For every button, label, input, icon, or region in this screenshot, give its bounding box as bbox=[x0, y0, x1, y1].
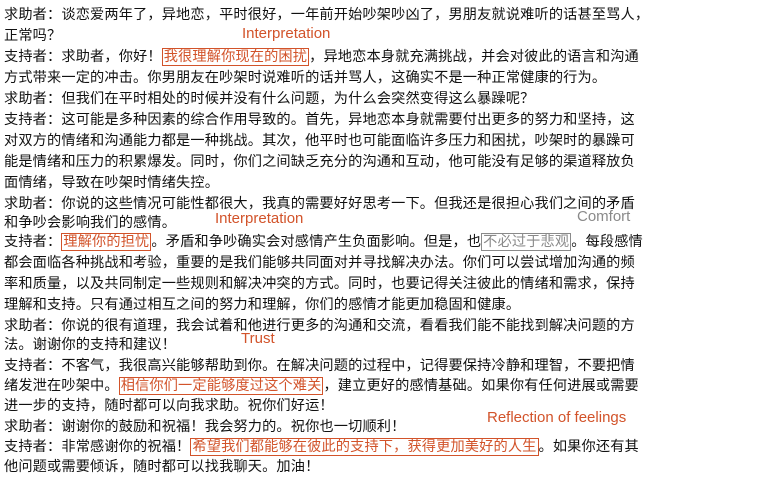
tag-interpretation: Interpretation bbox=[242, 25, 331, 42]
dialogue-line: 理解和支持。只有通过相互之间的努力和理解，你们的感情才能更加稳固和健康。 bbox=[4, 297, 521, 313]
dialogue-line: 支持者：求助者，你好！ 我很理解你现在的困扰 ，异地恋本身就充满挑战，并会对彼此的语… bbox=[4, 47, 639, 67]
dialogue-line: 支持者：不客气，我很高兴能够帮助到你。在解决问题的过程中，记得要保持冷静和理智，… bbox=[4, 358, 635, 374]
highlight-interpretation: 理解你的担忧 bbox=[61, 233, 152, 251]
dialogue-line: 能是情绪和压力的积累爆发。同时，你们之间缺乏充分的沟通和互动，他可能没有足够的渠… bbox=[4, 154, 635, 170]
highlight-interpretation: 我很理解你现在的困扰 bbox=[161, 48, 310, 66]
speaker-text: 。如果你还有其 bbox=[538, 439, 639, 455]
dialogue-line: 求助者：谈恋爱两年了，异地恋，平时很好，一年前开始吵架吵凶了，男朋友就说难听的话… bbox=[4, 7, 650, 23]
annotated-dialogue: Interpretation Interpretation Comfort Tr… bbox=[0, 0, 763, 477]
dialogue-line: 进一步的支持，随时都可以向我求助。祝你们好运！ bbox=[4, 398, 334, 414]
dialogue-line: 率和质量，以及共同制定一些规则和解决冲突的方式。同时，也要记得关注彼此的情绪和需… bbox=[4, 276, 635, 292]
dialogue-line: 面情绪，导致在吵架时情绪失控。 bbox=[4, 175, 220, 191]
dialogue-line: 求助者：但我们在平时相处的时候并没有什么问题，为什么会突然变得这么暴躁呢？ bbox=[4, 91, 535, 107]
highlight-comfort: 不必过于悲观 bbox=[481, 233, 572, 251]
dialogue-line: 支持者：这可能是多种因素的综合作用导致的。首先，异地恋本身就需要付出更多的努力和… bbox=[4, 112, 635, 128]
dialogue-line: 方式带来一定的冲击。你男朋友在吵架时说难听的话并骂人，这确实不是一种正常健康的行… bbox=[4, 70, 607, 86]
dialogue-line: 支持者： 理解你的担忧 。矛盾和争吵确实会对感情产生负面影响。但是，也 不必过于悲观。… bbox=[4, 232, 643, 252]
highlight-trust: 相信你们一定能够度过这个难关 bbox=[118, 377, 324, 395]
dialogue-line: 支持者：非常感谢你的祝福！ 希望我们都能够在彼此的支持下，获得更加美好的人生 。如果… bbox=[4, 437, 639, 457]
dialogue-line: 求助者：你说的这些情况可能性都很大，我真的需要好好思考一下。但我还是很担心我们之… bbox=[4, 196, 635, 212]
dialogue-line: 绪发泄在吵架中。 相信你们一定能够度过这个难关 ，建立更好的感情基础。如果你有任何进… bbox=[4, 376, 639, 396]
dialogue-line: 法。谢谢你的支持和建议！ bbox=[4, 337, 177, 353]
speaker-text: ，建立更好的感情基础。如果你有任何进展或需要 bbox=[323, 378, 639, 394]
speaker-text: 。矛盾和争吵确实会对感情产生负面影响。但是，也 bbox=[151, 234, 482, 250]
speaker-text: 支持者： bbox=[4, 234, 62, 250]
speaker-text: 绪发泄在吵架中。 bbox=[4, 378, 119, 394]
speaker-text: 支持者：求助者，你好！ bbox=[4, 49, 162, 65]
speaker-text: 支持者：非常感谢你的祝福！ bbox=[4, 439, 191, 455]
dialogue-line: 他问题或需要倾诉，随时都可以找我聊天。加油！ bbox=[4, 459, 320, 475]
dialogue-line: 正常吗？ bbox=[4, 28, 62, 44]
dialogue-line: 求助者：谢谢你的鼓励和祝福！我会努力的。祝你也一切顺利！ bbox=[4, 419, 406, 435]
highlight-reflection-of-feelings: 希望我们都能够在彼此的支持下，获得更加美好的人生 bbox=[190, 438, 539, 456]
speaker-text: ，异地恋本身就充满挑战，并会对彼此的语言和沟通 bbox=[309, 49, 639, 65]
dialogue-line: 都会面临各种挑战和考验，重要的是我们能够共同面对并寻找解决办法。你们可以尝试增加… bbox=[4, 255, 635, 271]
dialogue-line: 求助者：你说的很有道理，我会试着和他进行更多的沟通和交流，看看我们能不能找到解决… bbox=[4, 318, 635, 334]
dialogue-line: 和争吵会影响我们的感情。 bbox=[4, 215, 177, 231]
speaker-text: 。每段感情 bbox=[571, 234, 643, 250]
tag-reflection-of-feelings: Reflection of feelings bbox=[487, 409, 627, 426]
dialogue-line: 对双方的情绪和沟通能力都是一种挑战。其次，他平时也可能面临许多压力和困扰，吵架时… bbox=[4, 133, 635, 149]
